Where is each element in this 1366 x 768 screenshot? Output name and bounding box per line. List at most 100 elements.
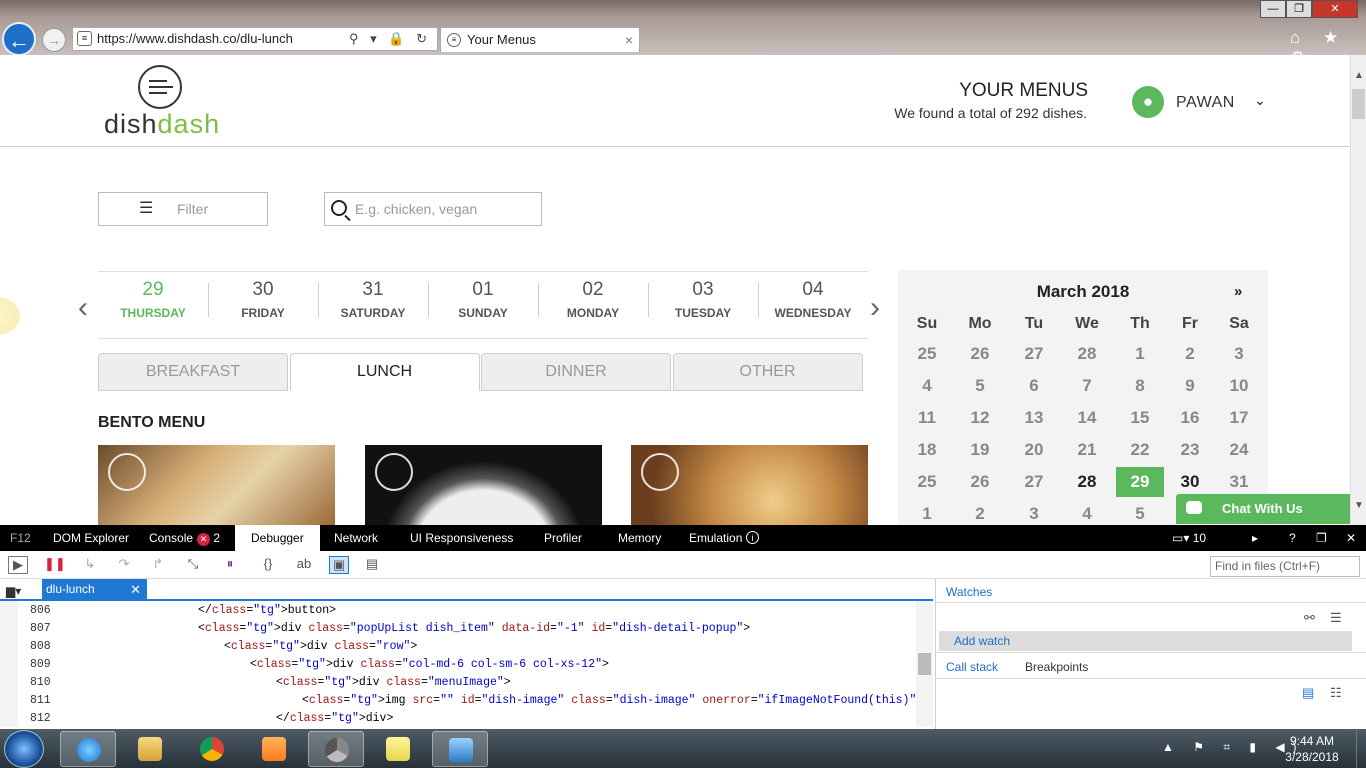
tab-dinner[interactable]: DINNER (481, 353, 671, 391)
chrome-beta-taskbar-button[interactable] (308, 731, 364, 767)
undock-icon[interactable]: ❐ (1316, 531, 1327, 545)
search-input[interactable]: E.g. chicken, vegan (324, 192, 542, 226)
step-out-icon[interactable]: ↱ (148, 556, 168, 574)
user-name[interactable]: PAWAN (1176, 94, 1235, 112)
calendar-day[interactable]: 4 (1063, 499, 1111, 525)
next-day-chevron-icon[interactable]: › (870, 291, 880, 325)
calendar-day[interactable]: 25 (903, 339, 951, 369)
code-line[interactable]: <class="tg">img src="" id="dish-image" c… (302, 694, 916, 707)
dish-card[interactable] (98, 445, 335, 525)
calendar-day[interactable]: 29 (1116, 467, 1164, 497)
calendar-day[interactable]: 2 (956, 499, 1004, 525)
tab-ui-responsiveness[interactable]: UI Responsiveness (410, 531, 513, 545)
watches-header[interactable]: Watches (946, 585, 992, 599)
step-into-icon[interactable]: ↳ (80, 556, 100, 574)
word-wrap-icon[interactable]: ab (294, 556, 314, 574)
calendar-day[interactable]: 16 (1166, 403, 1214, 433)
add-watch-icon[interactable]: ⚯ (1304, 610, 1315, 626)
continue-icon[interactable]: ▶ (8, 556, 28, 574)
calendar-day[interactable]: 18 (903, 435, 951, 465)
calendar-day[interactable]: 22 (1116, 435, 1164, 465)
break-icon[interactable]: ❚❚ (44, 556, 66, 574)
calendar-day[interactable]: 26 (956, 339, 1004, 369)
prev-day-chevron-icon[interactable]: ‹ (78, 291, 88, 325)
step-over-icon[interactable]: ↷ (114, 556, 134, 574)
calendar-day[interactable]: 7 (1063, 371, 1111, 401)
calendar-day[interactable]: 26 (956, 467, 1004, 497)
tab-debugger[interactable]: Debugger (235, 525, 320, 551)
dishdash-logo[interactable]: dishdash (100, 65, 230, 145)
calendar-day[interactable]: 6 (1010, 371, 1058, 401)
calendar-day[interactable]: 20 (1010, 435, 1058, 465)
code-line[interactable]: </class="tg">div> (276, 712, 393, 725)
tab-profiler[interactable]: Profiler (544, 531, 582, 545)
find-in-files-input[interactable]: Find in files (Ctrl+F) (1210, 556, 1360, 577)
call-stack-options-icon[interactable]: ☷ (1330, 685, 1342, 701)
filter-button[interactable]: ☰ Filter (98, 192, 268, 226)
just-my-code-icon[interactable]: ▣ (329, 556, 349, 574)
day-item[interactable]: 02 MONDAY (538, 279, 648, 331)
back-button[interactable]: ← (2, 22, 36, 56)
calendar-day[interactable]: 28 (1063, 339, 1111, 369)
calendar-day[interactable]: 3 (1010, 499, 1058, 525)
code-scrollbar[interactable] (916, 601, 933, 727)
calendar-day[interactable]: 27 (1010, 339, 1058, 369)
code-line[interactable]: <class="tg">div class="popUpList dish_it… (198, 622, 750, 635)
tab-emulation[interactable]: Emulation (689, 531, 742, 545)
tab-network[interactable]: Network (334, 531, 378, 545)
info-icon[interactable]: i (746, 531, 759, 544)
clock[interactable]: 9:44 AM 3/28/2018 (1280, 733, 1344, 765)
calendar-day[interactable]: 10 (1215, 371, 1263, 401)
tab-other[interactable]: OTHER (672, 353, 863, 391)
code-line[interactable]: </class="tg">button> (198, 604, 336, 617)
target-selector[interactable]: ▭▾ 10 (1172, 531, 1206, 545)
calendar-day[interactable]: 19 (956, 435, 1004, 465)
user-icon[interactable]: ● (1132, 86, 1164, 118)
source-map-icon[interactable]: ▤ (362, 556, 382, 574)
snipping-taskbar-button[interactable] (432, 731, 488, 767)
console-toggle-icon[interactable]: ▸ (1252, 531, 1258, 545)
calendar-day[interactable]: 24 (1215, 435, 1263, 465)
browser-tab[interactable]: ≡ Your Menus × (440, 27, 640, 52)
chevron-down-icon[interactable]: ⌄ (1254, 92, 1266, 109)
calendar-day[interactable]: 2 (1166, 339, 1214, 369)
day-item[interactable]: 30 FRIDAY (208, 279, 318, 331)
calendar-day[interactable]: 8 (1116, 371, 1164, 401)
scroll-thumb[interactable] (1352, 89, 1365, 119)
calendar-day[interactable]: 3 (1215, 339, 1263, 369)
code-scroll-thumb[interactable] (918, 653, 931, 675)
calendar-day[interactable]: 4 (903, 371, 951, 401)
tab-lunch[interactable]: LUNCH (289, 353, 480, 391)
calendar-day[interactable]: 5 (956, 371, 1004, 401)
tab-console[interactable]: Console ✕ 2 (149, 531, 220, 546)
code-line[interactable]: <class="tg">div class="menuImage"> (276, 676, 511, 689)
close-icon[interactable]: ✕ (130, 579, 141, 600)
calendar-day[interactable]: 5 (1116, 499, 1164, 525)
close-window-button[interactable]: ✕ (1312, 0, 1358, 18)
calendar-day[interactable]: 31 (1215, 467, 1263, 497)
code-line[interactable]: <class="tg">div class="col-md-6 col-sm-6… (250, 658, 609, 671)
ie-taskbar-button[interactable] (60, 731, 116, 767)
calendar-day[interactable]: 23 (1166, 435, 1214, 465)
code-editor[interactable]: 806 </class="tg">button> 807 <class="tg">di… (18, 601, 916, 727)
day-item[interactable]: 31 SATURDAY (318, 279, 428, 331)
chat-button[interactable]: Chat With Us (1176, 494, 1350, 524)
pretty-print-icon[interactable]: {} (258, 556, 278, 574)
calendar-day[interactable]: 14 (1063, 403, 1111, 433)
help-icon[interactable]: ? (1289, 531, 1296, 545)
show-desktop-button[interactable] (1356, 729, 1366, 768)
chrome-taskbar-button[interactable] (184, 731, 240, 767)
start-button[interactable] (4, 730, 44, 768)
calendar-day[interactable]: 12 (956, 403, 1004, 433)
calendar-next-button[interactable]: » (1234, 283, 1242, 300)
day-item[interactable]: 03 TUESDAY (648, 279, 758, 331)
address-tools[interactable]: ⚲ ▾ 🔒 ↻ (349, 28, 431, 50)
address-bar[interactable]: ≡ https://www.dishdash.co/dlu-lunch ⚲ ▾ … (72, 27, 438, 51)
tab-breakfast[interactable]: BREAKFAST (98, 353, 288, 391)
tab-close-icon[interactable]: × (625, 28, 633, 52)
code-line[interactable]: <class="tg">div class="row"> (224, 640, 417, 653)
dish-card[interactable] (631, 445, 868, 525)
calendar-day[interactable]: 17 (1215, 403, 1263, 433)
scroll-down-icon[interactable]: ▼ (1354, 500, 1364, 511)
calendar-day[interactable]: 1 (1116, 339, 1164, 369)
